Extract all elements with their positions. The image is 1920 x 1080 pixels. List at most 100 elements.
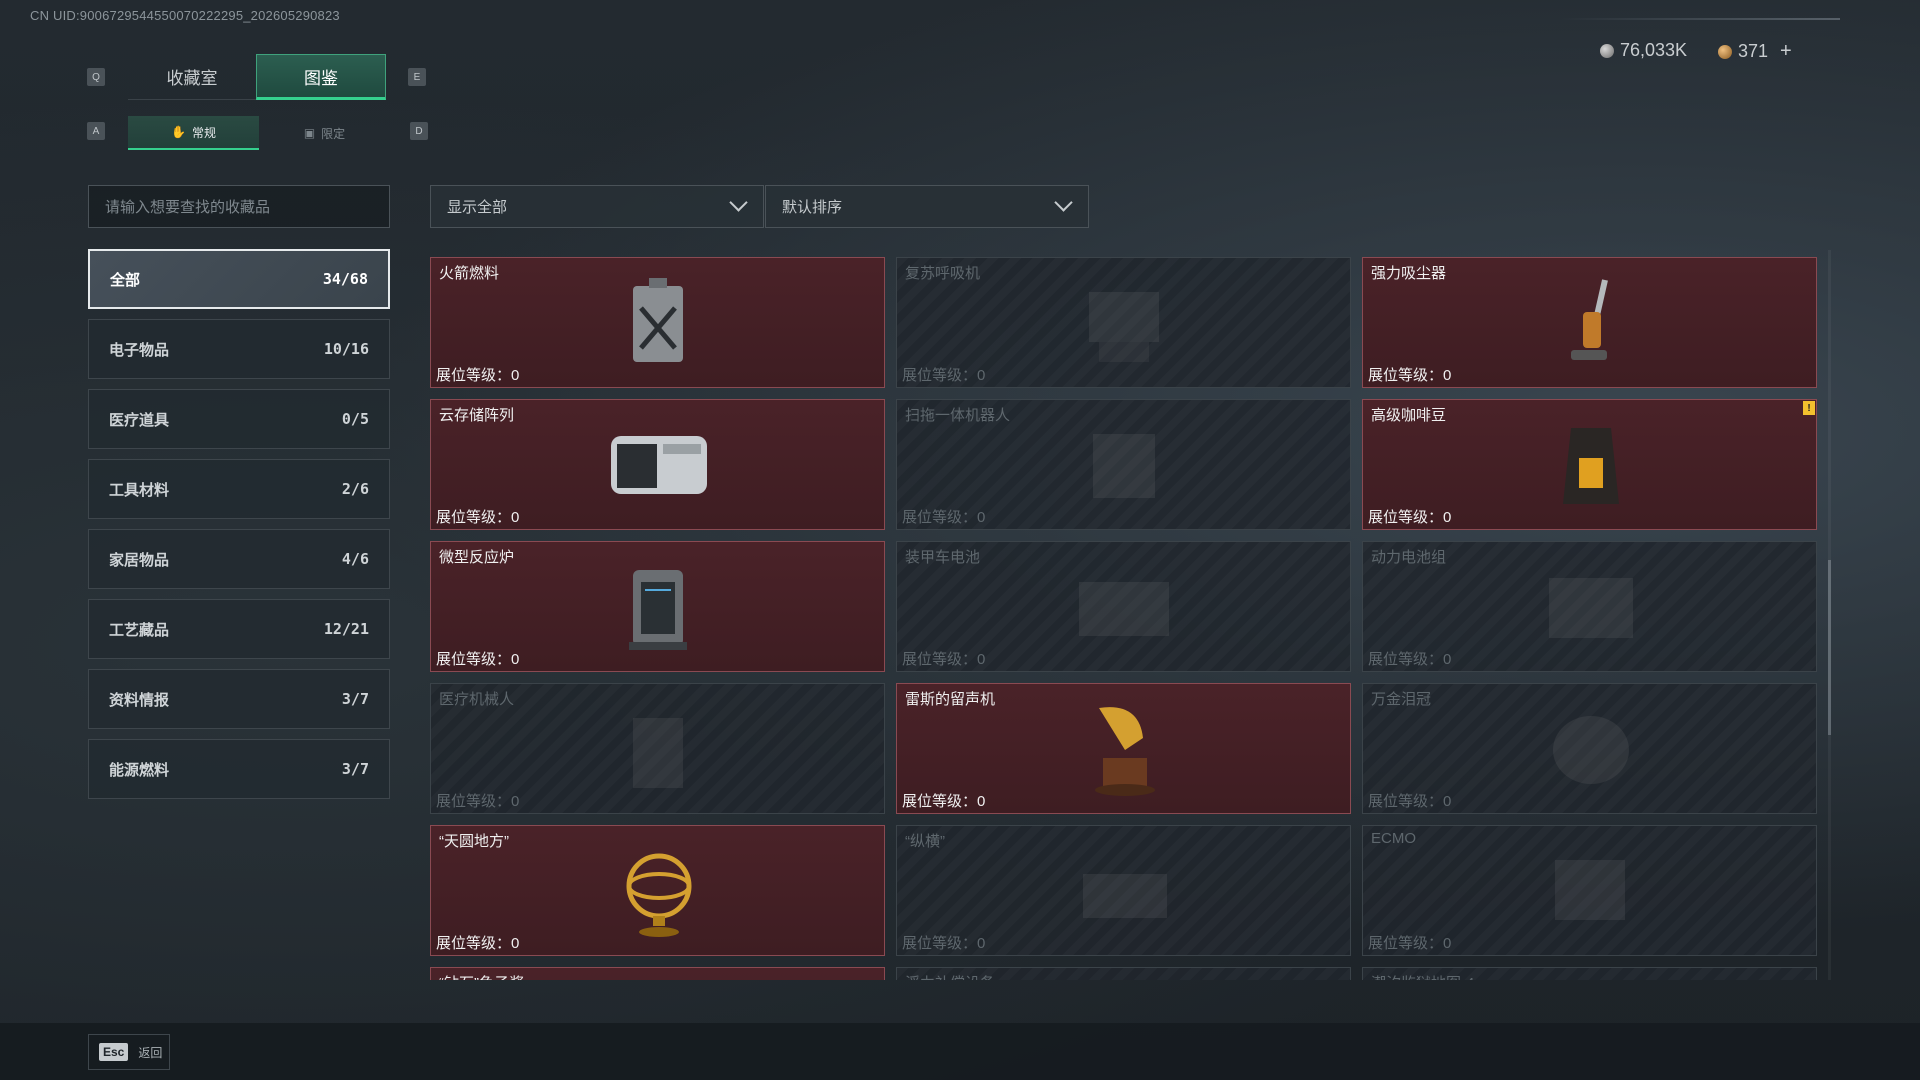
collection-card[interactable]: 高级咖啡豆展位等级：0! [1362, 399, 1817, 530]
card-name: 强力吸尘器 [1371, 265, 1447, 282]
collection-card[interactable]: 复苏呼吸机 展位等级：0 [896, 257, 1351, 388]
category-item[interactable]: 电子物品 10/16 [88, 319, 390, 379]
item-grid: 火箭燃料 展位等级：0 复苏呼吸机 展位等级：0 强力吸尘器 展位等级：0 云存储阵列 展位等… [430, 257, 1820, 980]
sort-dropdown[interactable]: 默认排序 [765, 185, 1089, 228]
chevron-down-icon [729, 193, 748, 212]
collection-card[interactable]: 雷斯的留声机 展位等级：0 [896, 683, 1351, 814]
back-button[interactable]: Esc 返回 [88, 1034, 170, 1070]
silver-amount: 76,033K [1620, 40, 1688, 60]
level-value: 0 [1443, 509, 1452, 526]
level-label: 展位等级： [436, 935, 512, 952]
card-level: 展位等级：0 [436, 364, 519, 385]
level-label: 展位等级： [902, 651, 978, 668]
card-name: 扫拖一体机器人 [905, 407, 1011, 424]
subtab-regular[interactable]: ✋ 常规 [128, 116, 259, 150]
card-name: “钻石”鱼子酱 [439, 972, 524, 980]
collection-card[interactable]: 强力吸尘器 展位等级：0 [1362, 257, 1817, 388]
level-value: 0 [511, 793, 520, 810]
level-value: 0 [1443, 651, 1452, 668]
tab-codex[interactable]: 图鉴 [256, 54, 386, 100]
category-label: 能源燃料 [109, 761, 170, 779]
level-label: 展位等级： [436, 367, 512, 384]
collection-card[interactable]: 医疗机械人 展位等级：0 [430, 683, 885, 814]
add-currency-button[interactable]: + [1780, 40, 1792, 63]
image-icon: ▣ [303, 126, 316, 140]
collection-card[interactable]: “钻石”鱼子酱展位等级：0 [430, 967, 885, 980]
collection-card[interactable]: “纵横” 展位等级：0 [896, 825, 1351, 956]
card-name: 浮力补偿设备 [905, 972, 995, 980]
gold-amount: 371 [1738, 41, 1769, 61]
level-value: 0 [1443, 367, 1452, 384]
collection-card[interactable]: 浮力补偿设备展位等级：0 [896, 967, 1351, 980]
collection-card[interactable]: 云存储阵列 展位等级：0 [430, 399, 885, 530]
category-item[interactable]: 资料情报 3/7 [88, 669, 390, 729]
collection-card[interactable]: 微型反应炉 展位等级：0 [430, 541, 885, 672]
collection-card[interactable]: ECMO 展位等级：0 [1362, 825, 1817, 956]
card-name: 装甲车电池 [905, 549, 981, 566]
category-label: 医疗道具 [109, 411, 170, 429]
category-count: 0/5 [341, 410, 369, 428]
card-name: “天圆地方” [439, 833, 509, 850]
sort-value: 默认排序 [782, 199, 843, 216]
category-label: 资料情报 [109, 691, 170, 709]
category-count: 3/7 [341, 760, 369, 778]
gold-currency[interactable]: 371 + [1718, 40, 1792, 63]
level-label: 展位等级： [902, 793, 978, 810]
category-item[interactable]: 全部 34/68 [88, 249, 390, 309]
category-count: 12/21 [323, 620, 369, 638]
subtab-limited[interactable]: ▣ 限定 [259, 116, 390, 150]
category-count: 2/6 [341, 480, 369, 498]
gramophone-icon [1069, 698, 1179, 802]
category-item[interactable]: 家居物品 4/6 [88, 529, 390, 589]
esc-key: Esc [99, 1043, 129, 1061]
show-filter-dropdown[interactable]: 显示全部 [430, 185, 764, 228]
level-value: 0 [511, 651, 520, 668]
keyhint-a: A [87, 122, 105, 140]
category-item[interactable]: 工具材料 2/6 [88, 459, 390, 519]
keyhint-d: D [410, 122, 428, 140]
level-value: 0 [977, 793, 986, 810]
level-label: 展位等级： [1368, 509, 1444, 526]
category-count: 10/16 [323, 340, 369, 358]
card-name: ECMO [1371, 830, 1416, 847]
category-count: 34/68 [322, 270, 368, 288]
level-value: 0 [977, 651, 986, 668]
level-label: 展位等级： [902, 367, 978, 384]
fuel-can-icon [603, 272, 713, 376]
subtab-regular-label: 常规 [191, 125, 216, 140]
decorative-line [1560, 18, 1840, 20]
card-name: “纵横” [905, 833, 945, 850]
category-item[interactable]: 能源燃料 3/7 [88, 739, 390, 799]
item-grid-viewport: 火箭燃料 展位等级：0 复苏呼吸机 展位等级：0 强力吸尘器 展位等级：0 云存储阵列 展位等… [430, 257, 1820, 980]
card-level: 展位等级：0 [1368, 932, 1451, 953]
scroll-thumb[interactable] [1828, 560, 1831, 735]
grid-scrollbar[interactable] [1828, 250, 1831, 980]
armillary-icon [603, 840, 713, 944]
alert-badge-icon: ! [1803, 401, 1815, 415]
card-level: 展位等级：0 [902, 506, 985, 527]
category-item[interactable]: 工艺藏品 12/21 [88, 599, 390, 659]
medical-robot-icon [603, 698, 713, 802]
search-input[interactable]: 请输入想要查找的收藏品 [88, 185, 390, 228]
collection-card[interactable]: 装甲车电池展位等级：0 [896, 541, 1351, 672]
keyhint-e: E [408, 68, 426, 86]
battery-icon [1069, 556, 1179, 660]
tab-collection-room[interactable]: 收藏室 [128, 54, 256, 100]
card-name: 高级咖啡豆 [1371, 407, 1447, 424]
card-level: 展位等级：0 [436, 506, 519, 527]
card-level: 展位等级：0 [436, 932, 519, 953]
collection-card[interactable]: 扫拖一体机器人展位等级：0 [896, 399, 1351, 530]
card-level: 展位等级：0 [902, 648, 985, 669]
collection-card[interactable]: 火箭燃料 展位等级：0 [430, 257, 885, 388]
vacuum-icon [1535, 272, 1645, 376]
collection-card[interactable]: 潮汐监狱地图-4展位等级：0 [1362, 967, 1817, 980]
crown-icon [1535, 698, 1645, 802]
category-count: 3/7 [341, 690, 369, 708]
user-uid: CN UID:9006729544550070222295_2026052908… [30, 8, 340, 23]
collection-card[interactable]: 万金泪冠 展位等级：0 [1362, 683, 1817, 814]
collection-card[interactable]: 动力电池组 展位等级：0 [1362, 541, 1817, 672]
category-item[interactable]: 医疗道具 0/5 [88, 389, 390, 449]
ventilator-icon [1069, 272, 1179, 376]
collection-card[interactable]: “天圆地方” 展位等级：0 [430, 825, 885, 956]
level-value: 0 [1443, 935, 1452, 952]
